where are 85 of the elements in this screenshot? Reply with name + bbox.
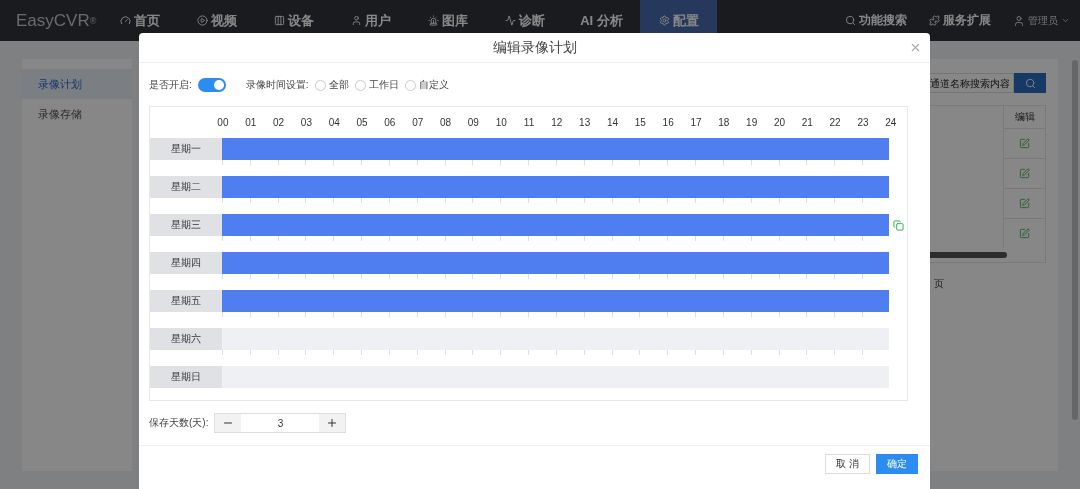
day-label: 星期五 <box>150 290 222 312</box>
edit-icon[interactable] <box>1019 198 1030 209</box>
hour-label: 07 <box>411 117 425 128</box>
hour-label: 12 <box>550 117 564 128</box>
hour-label: 06 <box>383 117 397 128</box>
copy-icon[interactable] <box>892 219 904 231</box>
vertical-scrollbar[interactable] <box>1072 60 1078 420</box>
user-icon <box>1013 14 1025 27</box>
nav-icon <box>504 15 516 26</box>
nav-link[interactable]: 功能搜索 <box>845 12 907 29</box>
nav-icon <box>427 15 439 26</box>
user-menu[interactable]: 管理员 <box>1013 13 1070 28</box>
schedule-bar[interactable] <box>221 138 890 160</box>
hour-label: 20 <box>772 117 787 128</box>
plus-icon <box>326 417 339 429</box>
nav-tab[interactable]: 设备 <box>255 0 332 41</box>
number-stepper[interactable]: 3 <box>214 413 347 433</box>
hour-label: 10 <box>494 117 508 128</box>
chevron-down-icon <box>1061 16 1070 25</box>
hour-label: 17 <box>689 117 703 128</box>
hour-label: 23 <box>856 117 870 128</box>
edit-icon[interactable] <box>1019 228 1030 239</box>
hour-label: 15 <box>633 117 647 128</box>
toggle-switch[interactable] <box>197 78 226 92</box>
search-icon <box>845 15 856 26</box>
field-label: 保存天数(天): <box>149 416 209 430</box>
nav-tab[interactable]: 首页 <box>101 0 178 41</box>
nav-tab[interactable]: 视频 <box>178 0 255 41</box>
pagination-text: 页 <box>934 277 944 291</box>
day-label: 星期日 <box>150 366 222 388</box>
hour-label: 21 <box>800 117 814 128</box>
increment-button[interactable] <box>319 414 346 432</box>
hour-label: 18 <box>717 117 731 128</box>
close-button[interactable] <box>909 41 922 54</box>
nav-icon <box>658 15 670 26</box>
schedule-bar[interactable] <box>221 176 890 198</box>
field-label: 录像时间设置: <box>245 78 309 92</box>
hour-label: 19 <box>745 117 759 128</box>
logo-text: EasyCVR$^{®}$ <box>15 9 98 32</box>
day-label: 星期三 <box>150 214 222 236</box>
nav-tab[interactable]: 诊断 <box>486 0 563 41</box>
day-label: 星期六 <box>150 328 222 350</box>
decrement-button[interactable] <box>215 414 242 432</box>
hour-label: 01 <box>244 117 258 128</box>
hour-label: 22 <box>828 117 842 128</box>
hour-label: 08 <box>438 117 453 128</box>
day-label: 星期二 <box>150 176 222 198</box>
schedule-bar[interactable] <box>221 214 890 236</box>
sidebar-item[interactable]: 录像存储 <box>22 99 132 129</box>
hour-label: 04 <box>327 117 341 128</box>
edit-icon[interactable] <box>1019 138 1030 149</box>
hour-label: 09 <box>466 117 480 128</box>
nav-tab[interactable]: 图库 <box>409 0 486 41</box>
hour-label: 02 <box>272 117 286 128</box>
nav-icon <box>273 15 285 26</box>
day-label: 星期一 <box>150 138 222 160</box>
schedule-bar[interactable] <box>221 290 890 312</box>
hour-label: 03 <box>299 117 313 128</box>
hour-label: 13 <box>578 117 592 128</box>
confirm-button[interactable]: 确定 <box>876 454 918 474</box>
radio-option[interactable]: 全部 <box>314 78 349 92</box>
search-button[interactable] <box>1014 73 1046 93</box>
hour-label: 00 <box>216 117 230 128</box>
nav-link[interactable]: 服务扩展 <box>929 12 991 29</box>
radio-option[interactable]: 工作日 <box>354 78 399 92</box>
hour-label: 05 <box>355 117 369 128</box>
hour-label: 24 <box>884 117 898 128</box>
schedule-bar[interactable] <box>221 252 890 274</box>
nav-icon <box>196 15 208 26</box>
dialog-title: 编辑录像计划 <box>492 38 577 57</box>
field-label: 是否开启: <box>149 78 192 92</box>
search-icon <box>1024 77 1036 89</box>
day-label: 星期四 <box>150 252 222 274</box>
hour-label: 11 <box>522 117 536 128</box>
cancel-button[interactable]: 取 消 <box>825 454 870 474</box>
puzzle-icon <box>929 15 940 26</box>
hour-label: 16 <box>661 117 675 128</box>
nav-icon <box>350 15 362 26</box>
radio-option[interactable]: 自定义 <box>404 78 449 92</box>
hour-label: 14 <box>605 117 620 128</box>
edit-icon[interactable] <box>1019 168 1030 179</box>
nav-tab[interactable]: 用户 <box>332 0 409 41</box>
nav-icon <box>119 15 131 26</box>
sidebar-item[interactable]: 录像计划 <box>22 69 132 99</box>
column-header: 编辑 <box>1003 106 1045 128</box>
